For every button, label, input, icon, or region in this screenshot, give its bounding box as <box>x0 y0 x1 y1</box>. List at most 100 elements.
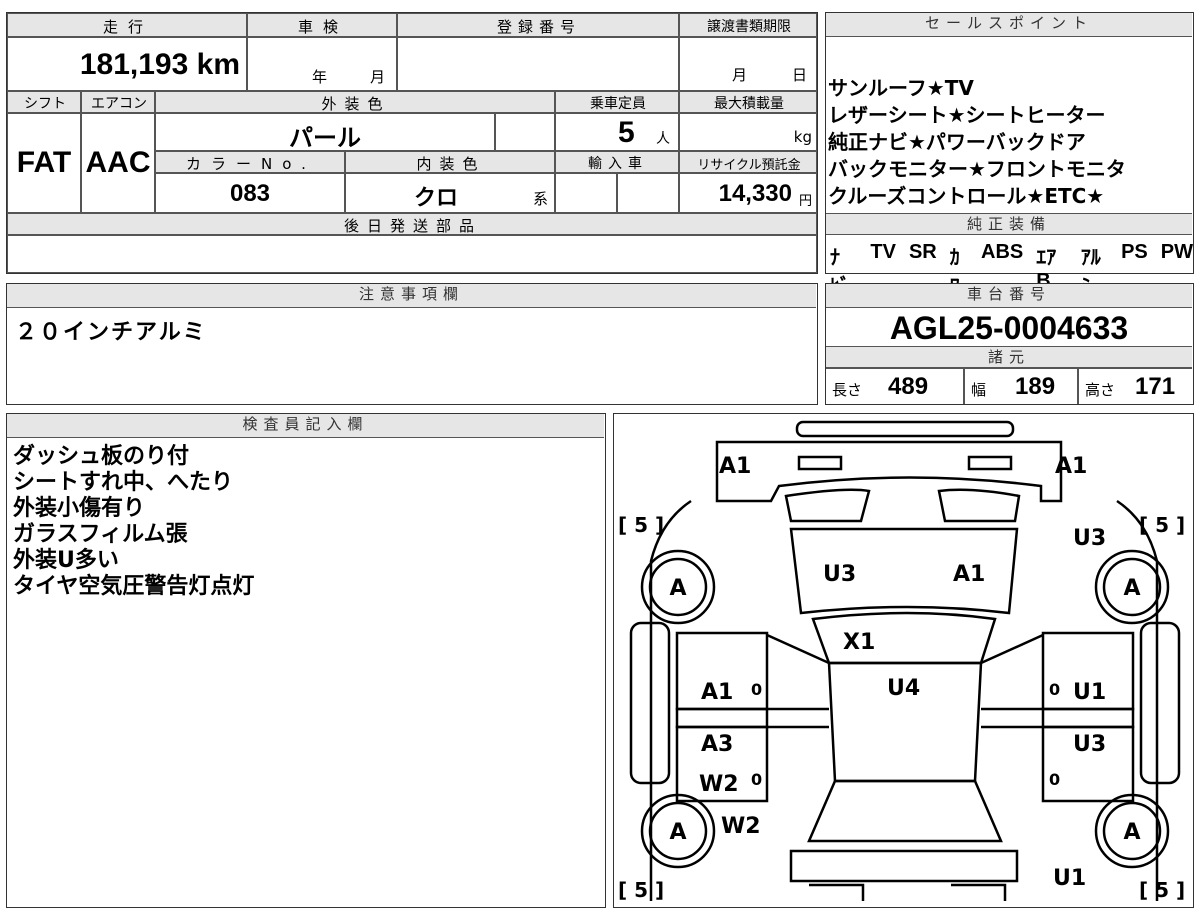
exterior-color-label: 外装色 <box>321 95 391 113</box>
exterior-color-extra-cell <box>495 113 555 151</box>
mileage-value: 181,193 km <box>79 48 240 81</box>
tire-tread-front-left: [ 5 ] <box>618 513 664 537</box>
interior-color-label: 内装色 <box>416 155 486 173</box>
max-load-header: 最大積載量 <box>679 91 817 113</box>
capacity-value: 5 <box>618 116 635 149</box>
chassis-panel: 車台番号 AGL25-0004633 諸元 長さ 489 幅 189 高さ 17… <box>825 283 1194 405</box>
import-cell-b <box>617 173 679 213</box>
sales-points-title: セールスポイント <box>826 13 1192 37</box>
shift-value: FAT <box>16 146 72 179</box>
interior-color-cell: クロ 系 <box>345 173 555 213</box>
max-load-unit: kg <box>793 128 812 146</box>
chassis-number: AGL25-0004633 <box>889 310 1129 346</box>
mark-right-rear-zero: 0 <box>1049 770 1060 789</box>
capacity-header: 乗車定員 <box>555 91 679 113</box>
color-no-label: カラーNo. <box>186 155 316 173</box>
inspector-note-line: 外装U多い <box>13 548 119 573</box>
capacity-label: 乗車定員 <box>590 96 646 112</box>
width-value: 189 <box>1015 373 1056 400</box>
max-load-cell: kg <box>679 113 817 151</box>
chassis-title: 車台番号 <box>826 284 1192 308</box>
registration-label: 登録番号 <box>496 18 581 36</box>
tire-grade-front-right: A <box>1123 576 1140 601</box>
mark-left-rear-door-1: A3 <box>701 732 733 757</box>
inspector-title: 検査員記入欄 <box>7 414 604 438</box>
mark-right-rear-quarter: U1 <box>1053 866 1086 891</box>
mark-left-rear-zero: 0 <box>751 770 762 789</box>
length-value: 489 <box>888 373 929 400</box>
mark-roof: U4 <box>887 676 920 701</box>
inspector-note-line: 外装小傷有り <box>13 496 146 521</box>
mark-hood: X1 <box>843 630 875 655</box>
shift-label: シフト <box>24 96 66 112</box>
sales-point-line: クルーズコントロール★ETC★ <box>828 184 1105 208</box>
inspection-header: 車検 <box>247 13 397 37</box>
ac-value: AAC <box>85 146 151 179</box>
height-label: 高さ <box>1085 381 1116 399</box>
tire-grade-rear-right: A <box>1123 820 1140 845</box>
later-parts-label: 後日発送部品 <box>343 217 482 235</box>
shift-header: シフト <box>7 91 81 113</box>
interior-color-suffix: 系 <box>532 190 548 208</box>
later-parts-header: 後日発送部品 <box>7 213 817 235</box>
length-cell: 長さ 489 <box>826 368 964 404</box>
width-cell: 幅 189 <box>964 368 1078 404</box>
mark-right-front-door-zero: 0 <box>1049 680 1060 699</box>
capacity-unit: 人 <box>656 131 670 147</box>
mark-left-front-door-zero: 0 <box>751 680 762 699</box>
sales-point-line: サンルーフ★TV <box>828 76 974 100</box>
mark-left-front-door: A1 <box>701 680 733 705</box>
transfer-cell: 月 日 <box>679 37 817 91</box>
sales-points-panel: セールスポイント サンルーフ★TV レザーシート★シートヒーター 純正ナビ★パワ… <box>825 12 1194 298</box>
color-no-header: カラーNo. <box>155 151 345 173</box>
height-value: 171 <box>1135 373 1176 400</box>
registration-cell <box>397 37 679 91</box>
tire-grade-front-left: A <box>669 576 686 601</box>
notes-panel: 注意事項欄 ２０インチアルミ <box>6 283 818 405</box>
mark-front-left: A1 <box>719 454 751 479</box>
mark-right-front-door: U1 <box>1073 680 1106 705</box>
equipment-title: 純正装備 <box>826 213 1192 235</box>
mark-left-rear-door-2: W2 <box>699 772 739 797</box>
width-label: 幅 <box>971 381 987 399</box>
inspector-panel: 検査員記入欄 ダッシュ板のり付 シートすれ中、へたり 外装小傷有り ガラスフィル… <box>6 413 606 908</box>
tire-tread-front-right: [ 5 ] <box>1139 513 1185 537</box>
registration-header: 登録番号 <box>397 13 679 37</box>
import-label: 輸入車 <box>588 156 648 172</box>
transfer-label: 譲渡書類期限 <box>707 19 791 35</box>
car-diagram: A A A A [ 5 ] [ 5 ] [ 5 ] [ 5 ] A1 A1 U3… <box>618 420 1185 902</box>
recycle-header: リサイクル預託金 <box>679 151 817 173</box>
mark-windshield-left: U3 <box>823 562 856 587</box>
import-header: 輸入車 <box>555 151 679 173</box>
length-label: 長さ <box>832 381 863 399</box>
inspector-notes: ダッシュ板のり付 シートすれ中、へたり 外装小傷有り ガラスフィルム張 外装U多… <box>13 444 254 600</box>
inspector-note-line: ガラスフィルム張 <box>13 522 188 547</box>
ac-cell: AAC <box>81 113 155 213</box>
sales-point-line: バックモニター★フロントモニタ <box>828 157 1126 181</box>
height-cell: 高さ 171 <box>1078 368 1192 404</box>
recycle-label: リサイクル預託金 <box>697 158 801 173</box>
color-no-cell: 083 <box>155 173 345 213</box>
inspector-note-line: シートすれ中、へたり <box>13 470 234 495</box>
tire-grade-rear-left: A <box>669 820 686 845</box>
tire-tread-rear-left: [ 5 ] <box>618 878 664 902</box>
vehicle-summary-table: 走行 車検 登録番号 譲渡書類期限 181,193 km 年 月 月 日 シフト… <box>6 12 818 274</box>
mileage-label: 走行 <box>102 18 153 36</box>
exterior-color-value: パール <box>289 124 361 152</box>
inspector-note-line: ダッシュ板のり付 <box>13 444 190 469</box>
mark-right-fender: U3 <box>1073 526 1106 551</box>
inspection-year: 年 <box>312 68 328 86</box>
damage-diagram-panel: A A A A [ 5 ] [ 5 ] [ 5 ] [ 5 ] A1 A1 U3… <box>613 413 1194 908</box>
inspection-label: 車検 <box>297 18 348 36</box>
capacity-cell: 5 人 <box>555 113 679 151</box>
exterior-color-cell: パール <box>155 113 495 152</box>
mark-windshield-right: A1 <box>953 562 985 587</box>
interior-color-value: クロ <box>413 186 458 211</box>
interior-color-header: 内装色 <box>345 151 555 173</box>
sales-point-line: 純正ナビ★パワーバックドア <box>828 130 1086 154</box>
recycle-cell: 14,330 円 <box>679 173 817 213</box>
ac-label: エアコン <box>91 96 147 112</box>
notes-text: ２０インチアルミ <box>15 320 207 345</box>
exterior-color-header: 外装色 <box>155 91 555 113</box>
inspection-cell: 年 月 <box>247 37 397 91</box>
